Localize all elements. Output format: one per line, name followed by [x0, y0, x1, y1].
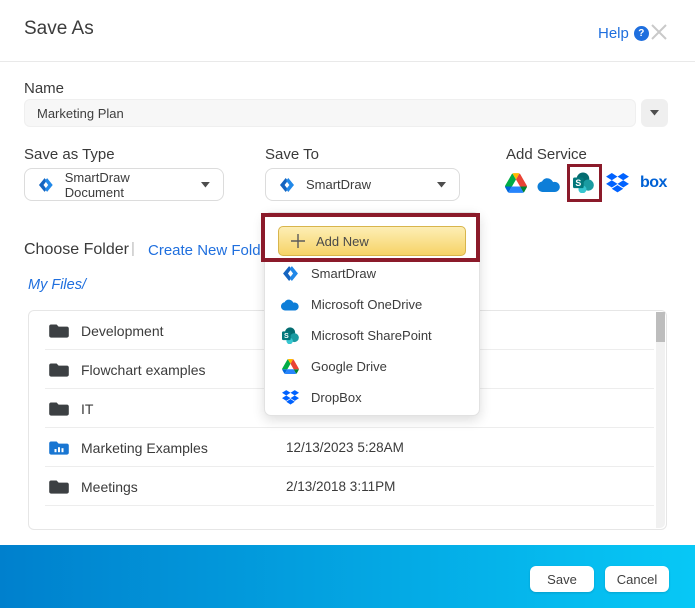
add-new-menu-item[interactable]: Add New — [278, 226, 466, 256]
onedrive-icon[interactable] — [537, 177, 562, 193]
footer-bar: Save Cancel — [0, 545, 695, 608]
smartdraw-icon — [279, 177, 295, 193]
menu-item-google-drive[interactable]: Google Drive — [278, 351, 471, 382]
scrollbar-track[interactable] — [656, 312, 665, 528]
save-to-value: SmartDraw — [306, 177, 371, 192]
name-dropdown-button[interactable] — [641, 99, 668, 127]
google-drive-icon — [281, 359, 300, 374]
menu-item-label: Microsoft OneDrive — [311, 297, 422, 312]
save-to-select[interactable]: SmartDraw — [265, 168, 460, 201]
onedrive-icon — [281, 298, 300, 312]
smartdraw-icon — [38, 177, 54, 193]
help-label: Help — [598, 25, 629, 42]
save-to-label: Save To — [265, 146, 319, 163]
close-icon[interactable] — [650, 23, 668, 41]
scrollbar-thumb[interactable] — [656, 312, 665, 342]
dialog-title: Save As — [24, 18, 94, 40]
google-drive-icon[interactable] — [505, 173, 527, 193]
chevron-down-icon — [437, 182, 446, 188]
choose-folder-label: Choose Folder — [24, 241, 129, 259]
menu-item-label: Microsoft SharePoint — [311, 328, 432, 343]
add-new-label: Add New — [316, 234, 369, 249]
chevron-down-icon — [201, 182, 210, 188]
dropbox-icon — [281, 390, 300, 405]
folder-name: IT — [81, 401, 93, 417]
chevron-down-icon — [650, 110, 659, 116]
folder-row-meetings[interactable]: Meetings 2/13/2018 3:11PM — [29, 467, 666, 506]
folder-name: Meetings — [81, 479, 138, 495]
folder-name: Marketing Examples — [81, 440, 208, 456]
help-question-icon: ? — [634, 26, 649, 41]
header-divider — [0, 61, 695, 62]
menu-item-dropbox[interactable]: DropBox — [278, 382, 471, 413]
sharepoint-icon[interactable] — [573, 172, 594, 193]
folder-name: Development — [81, 323, 164, 339]
folder-bar-separator: | — [131, 240, 135, 257]
folder-icon — [49, 479, 69, 495]
add-service-label: Add Service — [506, 146, 587, 163]
breadcrumb[interactable]: My Files/ — [28, 277, 86, 293]
name-label: Name — [24, 80, 64, 97]
save-to-menu-items: SmartDraw Microsoft OneDrive Microsoft S… — [278, 258, 471, 413]
help-link[interactable]: Help ? — [598, 25, 649, 42]
save-as-dialog: Save As Help ? Name Save as Type SmartDr… — [0, 0, 695, 608]
folder-date: 2/13/2018 3:11PM — [286, 479, 395, 494]
save-as-type-select[interactable]: SmartDraw Document — [24, 168, 224, 201]
create-new-folder-link[interactable]: Create New Folder — [148, 242, 274, 259]
folder-icon — [49, 401, 69, 417]
menu-item-label: Google Drive — [311, 359, 387, 374]
folder-icon — [49, 323, 69, 339]
menu-item-label: SmartDraw — [311, 266, 376, 281]
menu-item-smartdraw[interactable]: SmartDraw — [278, 258, 471, 289]
smartdraw-icon — [281, 265, 300, 282]
name-input[interactable] — [24, 99, 636, 127]
box-icon[interactable]: box — [640, 174, 667, 192]
save-as-type-label: Save as Type — [24, 146, 115, 163]
folder-name: Flowchart examples — [81, 362, 206, 378]
menu-item-label: DropBox — [311, 390, 362, 405]
folder-date: 12/13/2023 5:28AM — [286, 440, 404, 455]
sharepoint-icon — [281, 327, 300, 344]
menu-item-onedrive[interactable]: Microsoft OneDrive — [278, 289, 471, 320]
save-to-dropdown-menu: Add New SmartDraw Microsoft OneDrive Mic… — [264, 212, 480, 416]
dropbox-icon[interactable] — [606, 173, 629, 193]
folder-icon — [49, 362, 69, 378]
cancel-button[interactable]: Cancel — [605, 566, 669, 592]
save-button[interactable]: Save — [530, 566, 594, 592]
plus-icon — [291, 234, 305, 248]
menu-item-sharepoint[interactable]: Microsoft SharePoint — [278, 320, 471, 351]
folder-row-marketing-examples[interactable]: Marketing Examples 12/13/2023 5:28AM — [29, 428, 666, 467]
shared-folder-icon — [49, 440, 69, 456]
save-as-type-value: SmartDraw Document — [65, 170, 190, 200]
